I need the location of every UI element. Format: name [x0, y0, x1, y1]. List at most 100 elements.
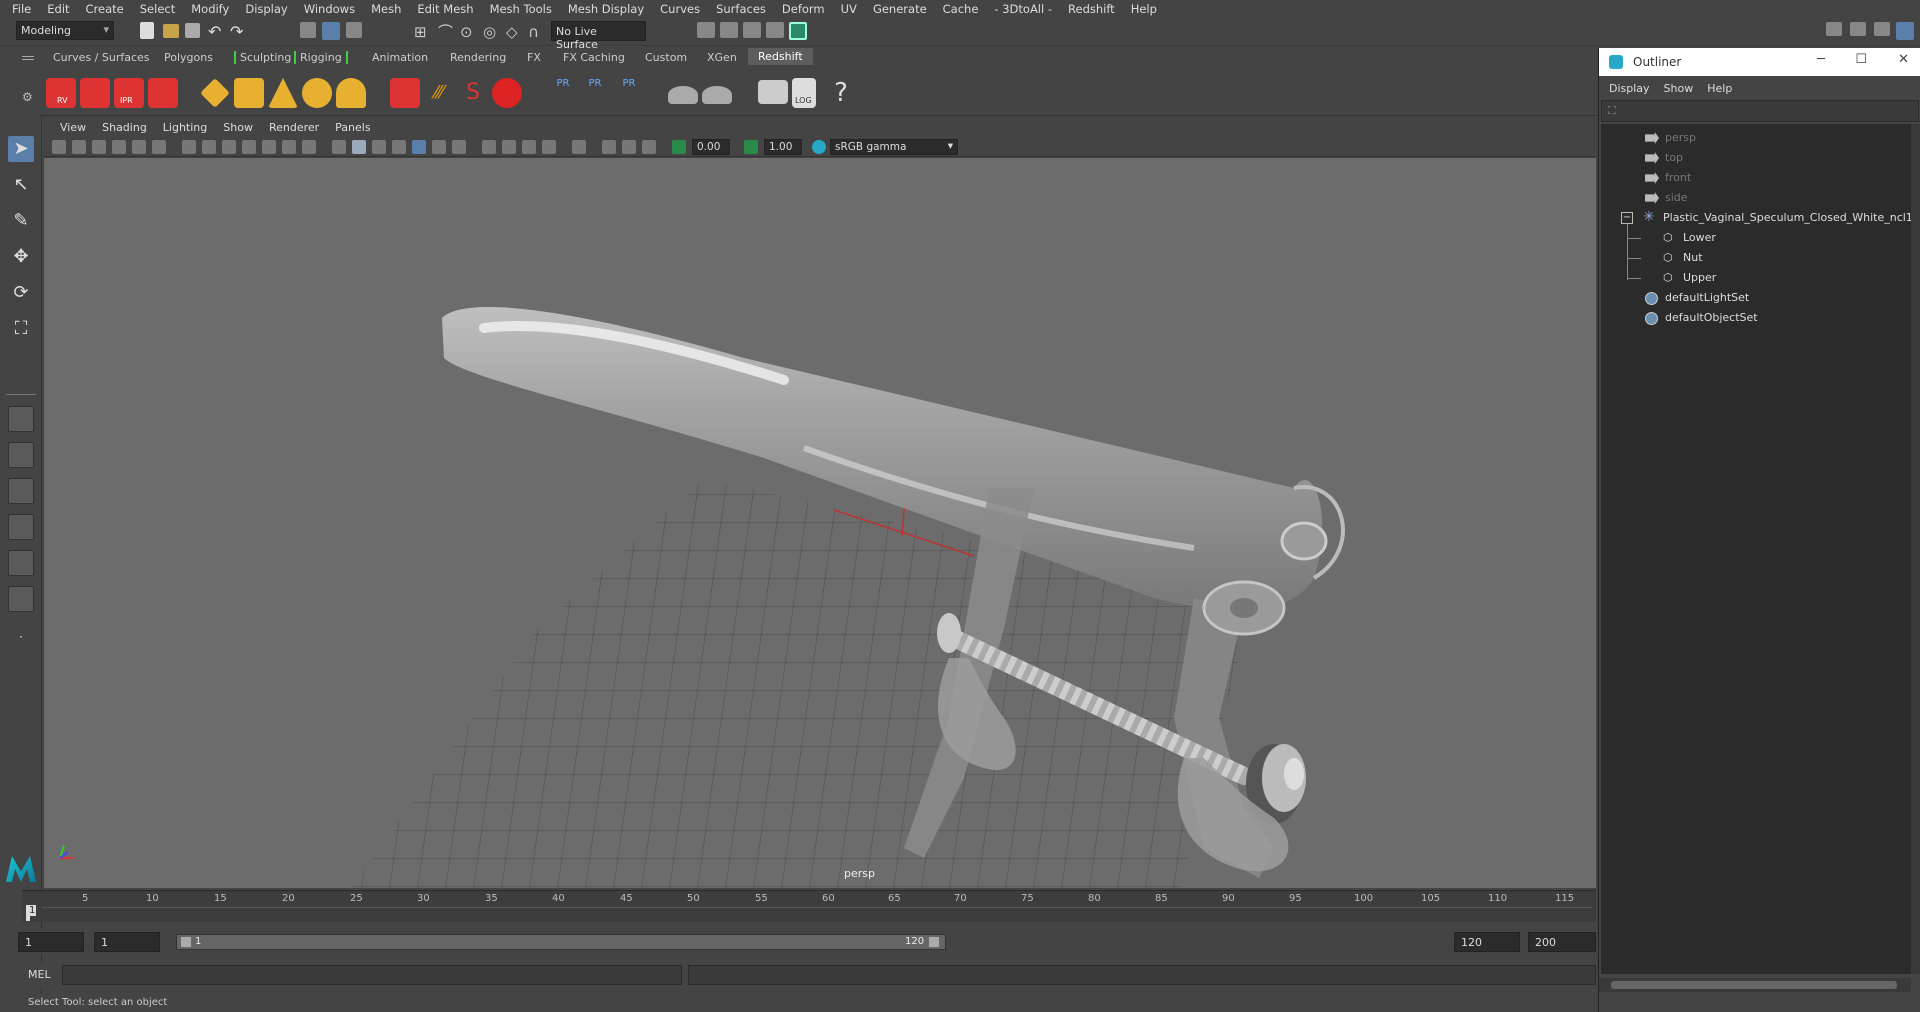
tab-polygons[interactable]: Polygons: [164, 51, 213, 64]
tool-settings-toggle-icon[interactable]: [1874, 22, 1890, 36]
persp-outliner-layout-icon[interactable]: [8, 478, 34, 504]
colorspace-dropdown[interactable]: sRGB gamma ▾: [830, 139, 958, 155]
shadows-icon[interactable]: [452, 140, 466, 154]
outliner-item-upper[interactable]: ⬡ Upper: [1601, 268, 1911, 288]
outliner-item-speculum-group[interactable]: − ✳ Plastic_Vaginal_Speculum_Closed_Whit…: [1601, 208, 1920, 228]
outliner-item-side[interactable]: side: [1601, 188, 1911, 208]
outliner-titlebar[interactable]: Outliner ─ ☐ ✕: [1599, 48, 1920, 76]
make-live-icon[interactable]: ∩: [528, 22, 548, 42]
outliner-menu-show[interactable]: Show: [1664, 82, 1694, 95]
start-time-field[interactable]: 1: [18, 932, 84, 952]
anti-aliasing-icon[interactable]: [522, 140, 536, 154]
area-light-icon[interactable]: [200, 78, 230, 108]
menu-3dtoall[interactable]: - 3DtoAll -: [986, 2, 1060, 16]
gate-mask-icon[interactable]: [242, 140, 256, 154]
persp-graph-layout-icon[interactable]: [8, 514, 34, 540]
viewport-menu-view[interactable]: View: [52, 121, 94, 134]
menu-modify[interactable]: Modify: [183, 2, 237, 16]
snap-point-icon[interactable]: ⊙: [460, 22, 480, 42]
render-frame-icon[interactable]: [720, 22, 738, 38]
select-hierarchy-icon[interactable]: [300, 22, 316, 38]
anim-end-field[interactable]: 200: [1528, 932, 1596, 952]
tab-curves-surfaces[interactable]: Curves / Surfaces: [53, 51, 150, 64]
time-slider[interactable]: 1 5 10 15 20 25 30 35 40 45 50 55 60 65 …: [22, 890, 1596, 922]
outliner-item-default-light-set[interactable]: defaultLightSet: [1601, 288, 1911, 308]
script-editor-icon[interactable]: [758, 80, 788, 104]
menu-mesh-display[interactable]: Mesh Display: [560, 2, 652, 16]
ambient-occlusion-icon[interactable]: [482, 140, 496, 154]
isolate-select-icon[interactable]: [572, 140, 586, 154]
menu-deform[interactable]: Deform: [774, 2, 833, 16]
outliner-item-persp[interactable]: persp: [1601, 128, 1911, 148]
physical-light-icon[interactable]: [268, 78, 298, 108]
hypershade-icon[interactable]: [789, 22, 807, 40]
snap-view-plane-icon[interactable]: ◇: [506, 22, 526, 42]
viewport-menu-show[interactable]: Show: [215, 121, 261, 134]
xray-joints-icon[interactable]: [602, 140, 616, 154]
menu-mesh-tools[interactable]: Mesh Tools: [482, 2, 560, 16]
rotate-tool-icon[interactable]: ⟳: [8, 280, 34, 306]
gamma-field[interactable]: 1.00: [764, 139, 802, 155]
close-icon[interactable]: ✕: [1898, 52, 1909, 67]
curve-icon[interactable]: S: [458, 78, 488, 108]
redshift-render-icon[interactable]: [80, 78, 110, 108]
pr-swap-icon[interactable]: PR: [614, 78, 644, 108]
tab-xgen[interactable]: XGen: [707, 51, 737, 64]
outliner-menu-help[interactable]: Help: [1707, 82, 1732, 95]
anim-start-field[interactable]: 1: [94, 932, 160, 952]
end-time-field[interactable]: 120: [1454, 932, 1520, 952]
redshift-render-view-icon[interactable]: RV: [46, 78, 76, 108]
new-scene-icon[interactable]: [140, 22, 154, 39]
paint-select-tool-icon[interactable]: ✎: [8, 208, 34, 234]
viewport-menu-shading[interactable]: Shading: [94, 121, 155, 134]
toolbox-expand-icon[interactable]: ·: [8, 624, 34, 650]
attribute-editor-toggle-icon[interactable]: [1850, 22, 1866, 36]
proxy-icon[interactable]: [390, 78, 420, 108]
menu-uv[interactable]: UV: [833, 2, 865, 16]
outliner-item-top[interactable]: top: [1601, 148, 1911, 168]
minimize-icon[interactable]: ─: [1817, 52, 1825, 67]
range-end-handle[interactable]: [929, 937, 939, 947]
menu-cache[interactable]: Cache: [935, 2, 987, 16]
render-settings-icon[interactable]: [766, 22, 784, 38]
outliner-item-default-object-set[interactable]: defaultObjectSet: [1601, 308, 1911, 328]
open-scene-icon[interactable]: [163, 24, 179, 38]
outliner-vertical-scrollbar[interactable]: [1911, 124, 1920, 974]
help-question-icon[interactable]: ?: [826, 78, 856, 108]
safe-title-icon[interactable]: [302, 140, 316, 154]
color-management-icon[interactable]: [812, 140, 826, 154]
select-object-icon[interactable]: [322, 22, 340, 40]
hair-icon[interactable]: ⁄⁄⁄: [424, 78, 454, 108]
menu-help[interactable]: Help: [1123, 2, 1165, 16]
dome-light-icon[interactable]: [302, 78, 332, 108]
film-gate-icon[interactable]: [202, 140, 216, 154]
viewport-menu-panels[interactable]: Panels: [327, 121, 378, 134]
tab-rigging[interactable]: Rigging: [294, 51, 348, 64]
mel-label[interactable]: MEL: [28, 968, 51, 981]
mode-dropdown[interactable]: Modeling ▾: [16, 21, 114, 40]
wireframe-on-shaded-icon[interactable]: [392, 140, 406, 154]
scrollbar-thumb[interactable]: [1611, 981, 1897, 989]
select-component-icon[interactable]: [346, 22, 362, 38]
snap-grid-icon[interactable]: ⊞: [414, 22, 434, 42]
exposure-field[interactable]: 0.00: [692, 139, 730, 155]
menu-file[interactable]: File: [4, 2, 39, 16]
grid-toggle-icon[interactable]: [182, 140, 196, 154]
tab-animation[interactable]: Animation: [372, 51, 428, 64]
undo-icon[interactable]: ↶: [208, 22, 228, 42]
grease-pencil-icon[interactable]: [152, 140, 166, 154]
select-tool-arrow-icon[interactable]: ➤: [8, 136, 34, 162]
snap-projected-icon[interactable]: ◎: [483, 22, 503, 42]
pr-mesh-icon[interactable]: PR: [548, 78, 578, 108]
single-perspective-layout-icon[interactable]: [8, 406, 34, 432]
move-tool-icon[interactable]: ✥: [8, 244, 34, 270]
depth-of-field-icon[interactable]: [542, 140, 556, 154]
render-view-icon[interactable]: [697, 22, 715, 38]
use-default-material-icon[interactable]: [372, 140, 386, 154]
redshift-ipr-icon[interactable]: IPR: [114, 78, 144, 108]
menu-create[interactable]: Create: [78, 2, 132, 16]
ipr-render-icon[interactable]: [743, 22, 761, 38]
bake-options-icon[interactable]: [702, 86, 732, 104]
save-scene-icon[interactable]: [185, 23, 200, 38]
scale-tool-icon[interactable]: ⛶: [8, 316, 34, 342]
